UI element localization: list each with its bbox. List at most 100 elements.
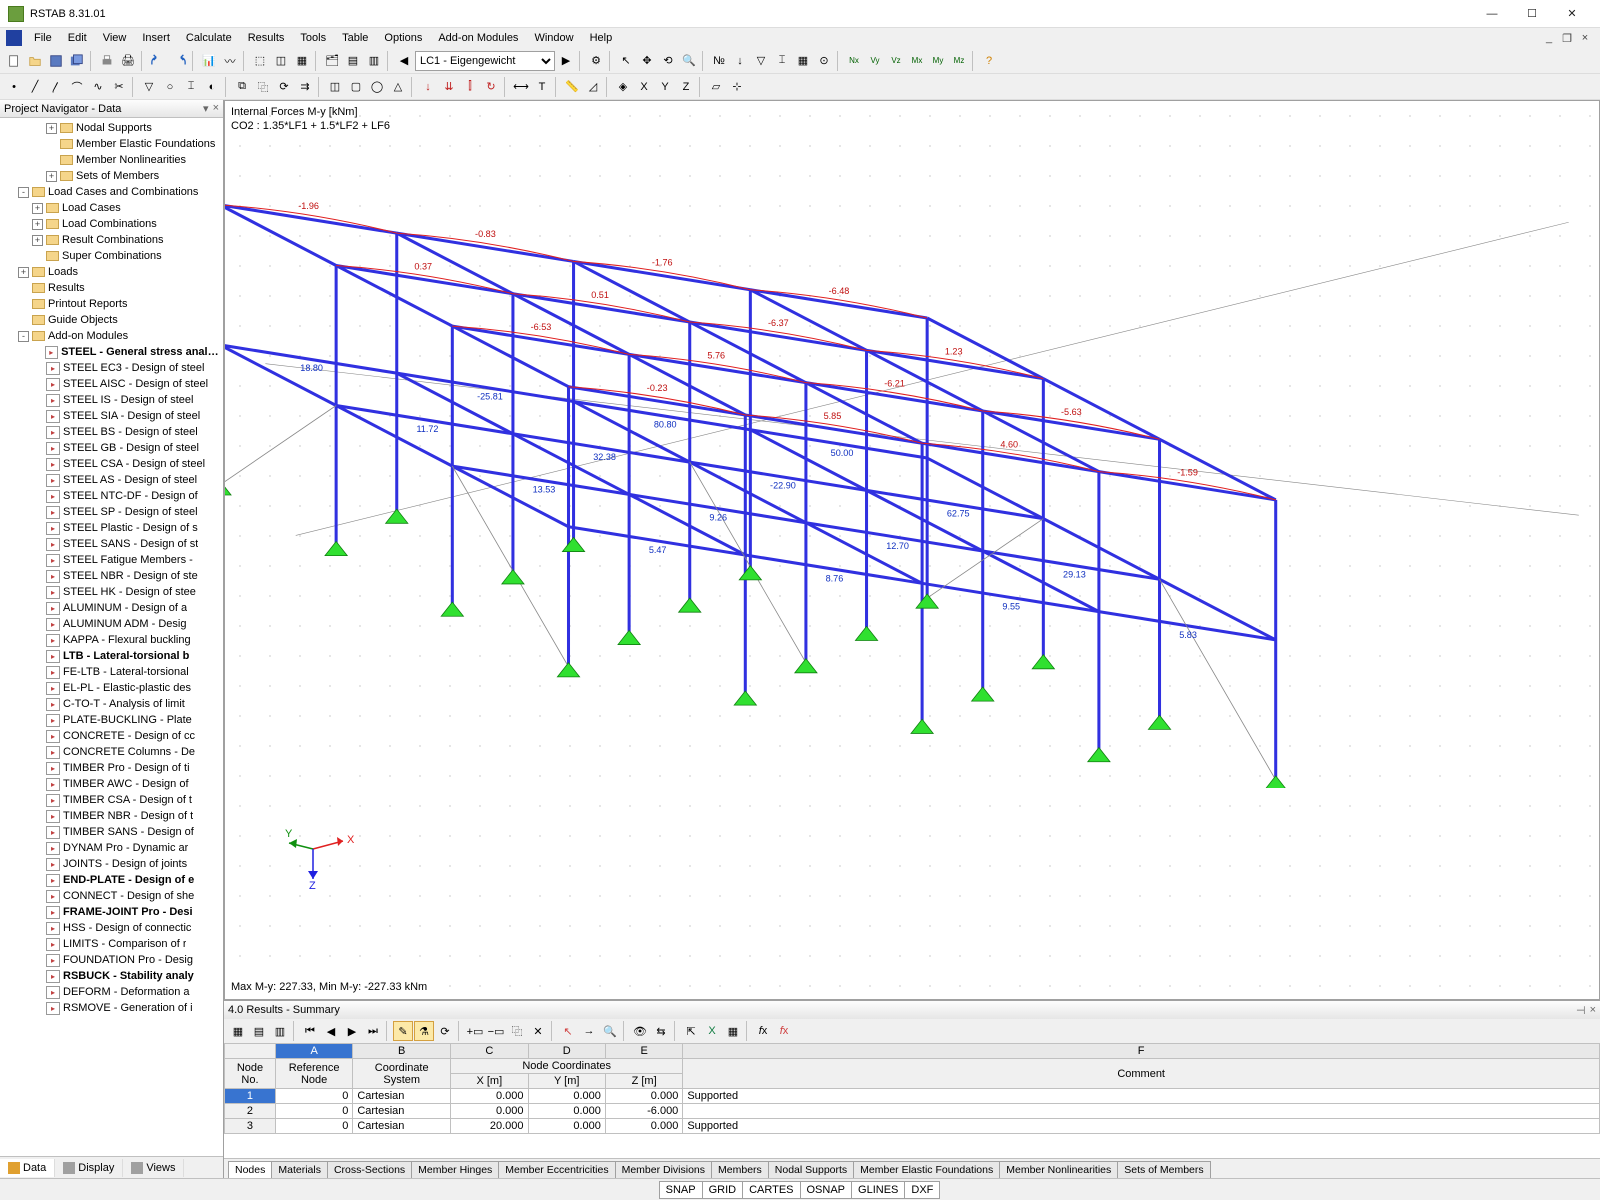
view-y-button[interactable]: Y [655,77,675,97]
view-iso-button[interactable]: ◈ [613,77,633,97]
save-button[interactable] [46,51,66,71]
menu-table[interactable]: Table [334,30,376,46]
menu-calculate[interactable]: Calculate [178,30,240,46]
results-close-icon[interactable]: × [1590,1004,1596,1017]
tree-item[interactable]: ▸STEEL NTC-DF - Design of [0,488,223,504]
mdi-minimize-icon[interactable]: _ [1540,32,1558,45]
status-cartes[interactable]: CARTES [742,1181,800,1199]
close-button[interactable]: ✕ [1552,2,1592,26]
tree-item[interactable]: ▸PLATE-BUCKLING - Plate [0,712,223,728]
tree-item[interactable]: ▸ALUMINUM - Design of a [0,600,223,616]
table-find-button[interactable]: 🔍 [600,1021,620,1041]
mirror-button[interactable]: ⧉ [232,77,252,97]
tree-item[interactable]: ▸C-TO-T - Analysis of limit [0,696,223,712]
menu-insert[interactable]: Insert [134,30,178,46]
model-button[interactable]: ⬚ [250,51,270,71]
offset-button[interactable]: ⇉ [295,77,315,97]
table-filter-button[interactable]: ⚗ [414,1021,434,1041]
tree-item[interactable]: ▸DEFORM - Deformation a [0,984,223,1000]
cone-button[interactable]: △ [388,77,408,97]
tree-expander-icon[interactable]: + [18,267,29,278]
show-numbering-button[interactable]: № [709,51,729,71]
menu-view[interactable]: View [95,30,135,46]
tree-item[interactable]: ▸KAPPA - Flexural buckling [0,632,223,648]
results-tab-member-eccentricities[interactable]: Member Eccentricities [498,1161,615,1178]
tree-item[interactable]: +Sets of Members [0,168,223,184]
table-row[interactable]: 30Cartesian20.0000.0000.000Supported [225,1119,1600,1134]
workplane-button[interactable]: ▱ [706,77,726,97]
tree-item[interactable]: +Loads [0,264,223,280]
user-cs-button[interactable]: ⊹ [727,77,747,97]
tree-expander-icon[interactable]: + [46,171,57,182]
calc-button[interactable]: ⚙ [586,51,606,71]
tree-item[interactable]: Member Nonlinearities [0,152,223,168]
redo-button[interactable] [169,51,189,71]
undo-button[interactable] [148,51,168,71]
tree-item[interactable]: ▸CONCRETE - Design of cc [0,728,223,744]
section-button[interactable]: ⌶ [181,77,201,97]
tree-item[interactable]: +Load Cases [0,200,223,216]
result-vz-button[interactable]: Vz [886,51,906,71]
deform-button[interactable]: 〰 [220,51,240,71]
tree-item[interactable]: ▸STEEL HK - Design of stee [0,584,223,600]
tree-item[interactable]: ▸STEEL IS - Design of steel [0,392,223,408]
tree-item[interactable]: ▸FOUNDATION Pro - Desig [0,952,223,968]
tree-item[interactable]: ▸HSS - Design of connectic [0,920,223,936]
table-select-button[interactable]: ↖ [558,1021,578,1041]
menu-tools[interactable]: Tools [292,30,334,46]
tree-item[interactable]: ▸EL-PL - Elastic-plastic des [0,680,223,696]
tree-item[interactable]: ▸CONCRETE Columns - De [0,744,223,760]
col-letter[interactable]: F [683,1044,1600,1059]
table-delete-row-button[interactable]: −▭ [486,1021,506,1041]
rotate-copy-button[interactable]: ⟳ [274,77,294,97]
tree-item[interactable]: Super Combinations [0,248,223,264]
table-function2-button[interactable]: fx [774,1021,794,1041]
results-tab-nodal-supports[interactable]: Nodal Supports [768,1161,854,1178]
results-grid[interactable]: ABCDEFNodeNo.ReferenceNodeCoordinateSyst… [224,1043,1600,1158]
minimize-button[interactable]: — [1472,2,1512,26]
continuous-button[interactable]: ∿ [88,77,108,97]
tree-item[interactable]: ▸STEEL Plastic - Design of s [0,520,223,536]
next-lc-button[interactable]: ▶ [556,51,576,71]
tree-item[interactable]: +Load Combinations [0,216,223,232]
results-tab-member-hinges[interactable]: Member Hinges [411,1161,499,1178]
tree-item[interactable]: ▸STEEL NBR - Design of ste [0,568,223,584]
result-nx-button[interactable]: Nx [844,51,864,71]
results-tab-member-nonlinearities[interactable]: Member Nonlinearities [999,1161,1118,1178]
table-results-button[interactable]: ▥ [270,1021,290,1041]
print-graphic-button[interactable]: 🖨 [118,51,138,71]
polyline-button[interactable]: 〳 [46,77,66,97]
member-load-button[interactable]: ⇊ [439,77,459,97]
tree-item[interactable]: ▸END-PLATE - Design of e [0,872,223,888]
snap-button[interactable]: ⊙ [814,51,834,71]
result-vy-button[interactable]: Vy [865,51,885,71]
navigator-close-icon[interactable]: × [213,102,219,115]
member-button[interactable]: ╱ [25,77,45,97]
table-export-button[interactable]: ⇱ [681,1021,701,1041]
tree-item[interactable]: ▸TIMBER SANS - Design of [0,824,223,840]
tree-item[interactable]: +Result Combinations [0,232,223,248]
menu-help[interactable]: Help [582,30,621,46]
result-mx-button[interactable]: Mx [907,51,927,71]
nav-tab-views[interactable]: Views [123,1159,184,1177]
results-tab-cross-sections[interactable]: Cross-Sections [327,1161,412,1178]
tree-item[interactable]: ▸TIMBER NBR - Design of t [0,808,223,824]
tree-expander-icon[interactable]: + [32,235,43,246]
table-excel-button[interactable]: X [702,1021,722,1041]
show-results-button[interactable]: 📊 [199,51,219,71]
status-grid[interactable]: GRID [702,1181,744,1199]
status-dxf[interactable]: DXF [904,1181,940,1199]
col-letter[interactable]: A [275,1044,352,1059]
cylinder-button[interactable]: ◯ [367,77,387,97]
table-function-button[interactable]: fx [753,1021,773,1041]
node-button[interactable]: • [4,77,24,97]
table-next-button[interactable]: ▶ [342,1021,362,1041]
tree-item[interactable]: ▸JOINTS - Design of joints [0,856,223,872]
table-csv-button[interactable]: ▦ [723,1021,743,1041]
tree-item[interactable]: ▸TIMBER CSA - Design of t [0,792,223,808]
table-structure-button[interactable]: ▦ [228,1021,248,1041]
menu-options[interactable]: Options [376,30,430,46]
box-button[interactable]: ▢ [346,77,366,97]
save-all-button[interactable] [67,51,87,71]
tree-item[interactable]: ▸TIMBER Pro - Design of ti [0,760,223,776]
